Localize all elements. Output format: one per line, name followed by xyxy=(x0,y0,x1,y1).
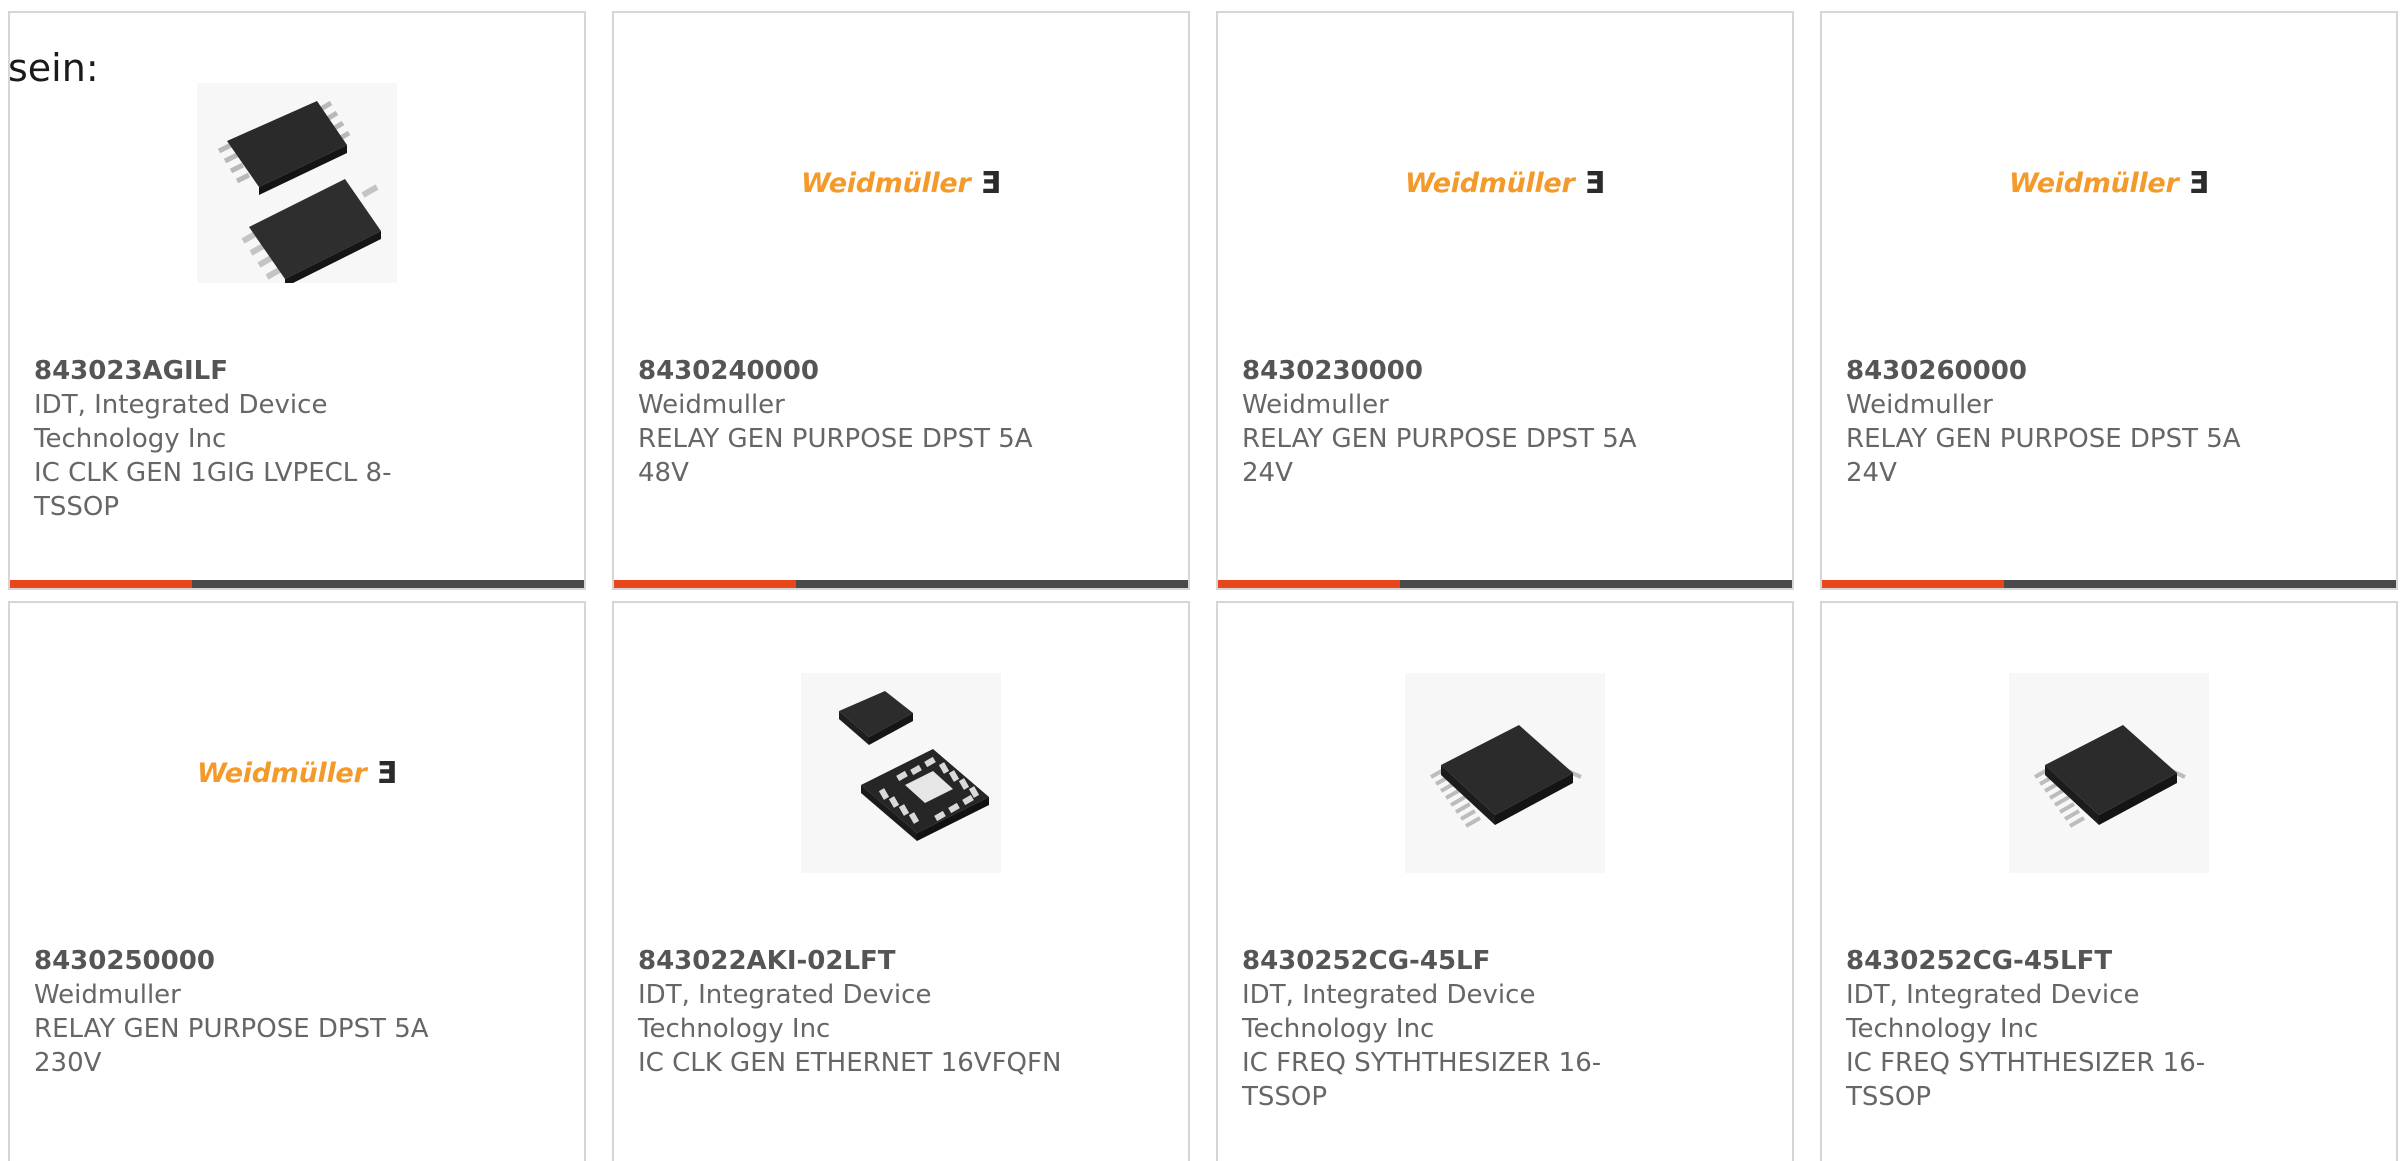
product-image[interactable] xyxy=(614,673,1188,873)
accent-bar xyxy=(614,580,796,588)
description: RELAY GEN PURPOSE DPST 5A 230V xyxy=(34,1014,429,1078)
part-number-link[interactable]: 843022AKI-02LFT xyxy=(638,944,1068,978)
logo-mark-icon: Ǝ xyxy=(2188,165,2209,201)
manufacturer: IDT, Integrated Device Technology Inc xyxy=(638,980,932,1044)
logo-wordmark: Weidmüller xyxy=(197,757,367,789)
manufacturer: Weidmuller xyxy=(1242,390,1389,420)
weidmuller-logo: Weidmüller Ǝ xyxy=(1405,166,1605,201)
description: RELAY GEN PURPOSE DPST 5A 24V xyxy=(1242,424,1637,488)
accent-bar xyxy=(1218,580,1400,588)
card-bottom-bar xyxy=(614,580,1188,588)
part-number-link[interactable]: 8430260000 xyxy=(1846,354,2276,388)
part-number-link[interactable]: 8430230000 xyxy=(1242,354,1672,388)
product-card[interactable]: Weidmüller Ǝ 8430260000 Weidmuller RELAY… xyxy=(1820,11,2398,590)
manufacturer: IDT, Integrated Device Technology Inc xyxy=(1846,980,2140,1044)
manufacturer: Weidmuller xyxy=(34,980,181,1010)
part-number-link[interactable]: 8430252CG-45LF xyxy=(1242,944,1672,978)
part-number-link[interactable]: 8430252CG-45LFT xyxy=(1846,944,2276,978)
logo-mark-icon: Ǝ xyxy=(1584,165,1605,201)
description: RELAY GEN PURPOSE DPST 5A 24V xyxy=(1846,424,2241,488)
logo-wordmark: Weidmüller xyxy=(1405,167,1575,199)
card-bottom-bar xyxy=(1218,580,1792,588)
manufacturer: Weidmuller xyxy=(1846,390,1993,420)
card-bottom-bar xyxy=(10,580,584,588)
card-bottom-bar xyxy=(1822,580,2396,588)
description: IC CLK GEN 1GIG LVPECL 8-TSSOP xyxy=(34,458,392,522)
product-grid-page: sein: 843023AGILF IDT, Integrated Device… xyxy=(0,0,2400,1161)
accent-bar xyxy=(10,580,192,588)
weidmuller-logo: Weidmüller Ǝ xyxy=(2009,166,2209,201)
product-image[interactable] xyxy=(1218,673,1792,873)
part-number-link[interactable]: 8430240000 xyxy=(638,354,1068,388)
weidmuller-logo: Weidmüller Ǝ xyxy=(197,756,397,791)
logo-mark-icon: Ǝ xyxy=(980,165,1001,201)
logo-wordmark: Weidmüller xyxy=(2009,167,2179,199)
product-card[interactable]: 843022AKI-02LFT IDT, Integrated Device T… xyxy=(612,601,1190,1161)
manufacturer: IDT, Integrated Device Technology Inc xyxy=(34,390,328,454)
description: IC CLK GEN ETHERNET 16VFQFN xyxy=(638,1048,1062,1078)
logo-mark-icon: Ǝ xyxy=(376,755,397,791)
part-number-link[interactable]: 843023AGILF xyxy=(34,354,464,388)
product-image[interactable]: Weidmüller Ǝ xyxy=(1822,83,2396,283)
chip-tssop8-icon xyxy=(197,83,397,283)
chip-vfqfn16-icon xyxy=(801,673,1001,873)
description: RELAY GEN PURPOSE DPST 5A 48V xyxy=(638,424,1033,488)
product-image[interactable]: Weidmüller Ǝ xyxy=(10,673,584,873)
description: IC FREQ SYTHTHESIZER 16-TSSOP xyxy=(1242,1048,1602,1112)
product-image[interactable] xyxy=(10,83,584,283)
intro-text: sein: xyxy=(8,46,99,90)
product-image[interactable]: Weidmüller Ǝ xyxy=(614,83,1188,283)
product-image[interactable]: Weidmüller Ǝ xyxy=(1218,83,1792,283)
product-card[interactable]: Weidmüller Ǝ 8430250000 Weidmuller RELAY… xyxy=(8,601,586,1161)
product-image[interactable] xyxy=(1822,673,2396,873)
accent-bar xyxy=(1822,580,2004,588)
chip-tssop16-icon xyxy=(1405,673,1605,873)
part-number-link[interactable]: 8430250000 xyxy=(34,944,464,978)
weidmuller-logo: Weidmüller Ǝ xyxy=(801,166,1001,201)
product-card[interactable]: Weidmüller Ǝ 8430240000 Weidmuller RELAY… xyxy=(612,11,1190,590)
product-card[interactable]: Weidmüller Ǝ 8430230000 Weidmuller RELAY… xyxy=(1216,11,1794,590)
product-card[interactable]: 8430252CG-45LF IDT, Integrated Device Te… xyxy=(1216,601,1794,1161)
product-card[interactable]: 8430252CG-45LFT IDT, Integrated Device T… xyxy=(1820,601,2398,1161)
manufacturer: IDT, Integrated Device Technology Inc xyxy=(1242,980,1536,1044)
logo-wordmark: Weidmüller xyxy=(801,167,971,199)
description: IC FREQ SYTHTHESIZER 16-TSSOP xyxy=(1846,1048,2206,1112)
manufacturer: Weidmuller xyxy=(638,390,785,420)
chip-tssop16-icon xyxy=(2009,673,2209,873)
